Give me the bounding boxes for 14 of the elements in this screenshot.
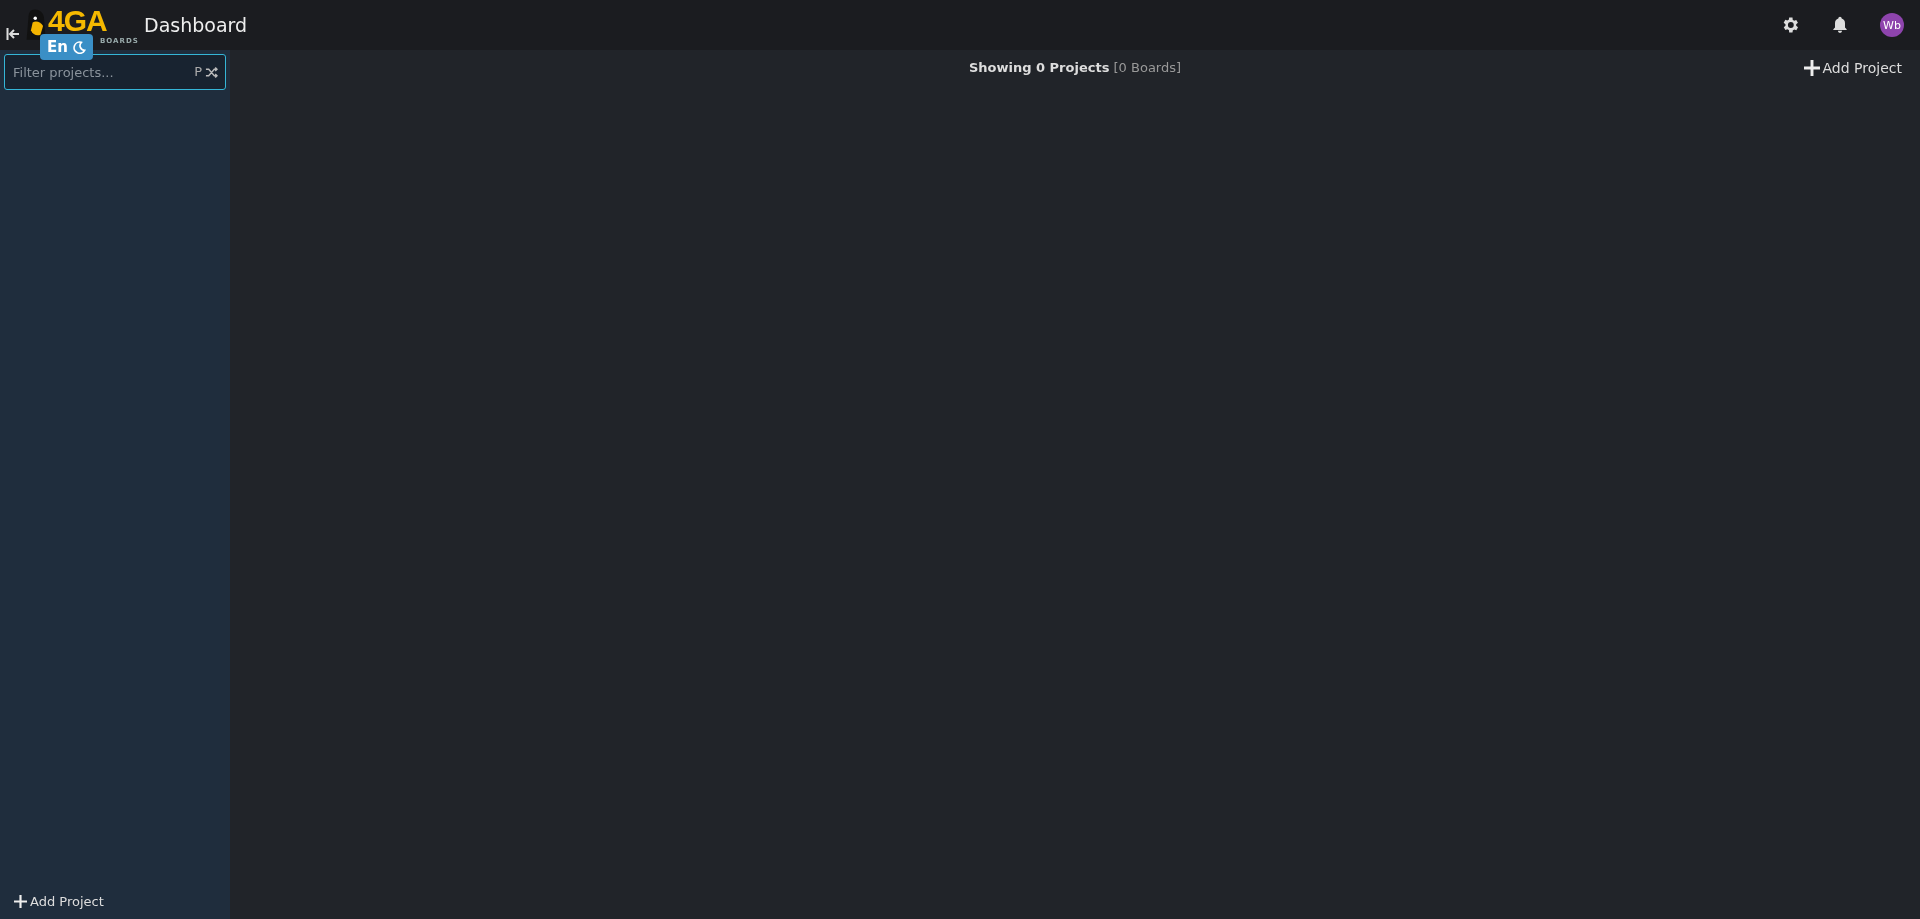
moon-icon <box>72 40 86 54</box>
add-project-button[interactable]: Add Project <box>12 892 106 911</box>
language-theme-toggle[interactable]: En <box>40 34 93 60</box>
shortcut-key: P <box>194 64 202 79</box>
shuffle-icon[interactable] <box>205 66 218 79</box>
page-title: Dashboard <box>144 14 248 36</box>
add-project-button[interactable]: Add Project <box>1801 58 1904 78</box>
collapse-icon[interactable] <box>6 27 20 41</box>
projects-summary: Showing 0 Projects [0 Boards] <box>968 60 1182 75</box>
plus-icon <box>14 895 27 908</box>
user-avatar[interactable]: Wb <box>1880 13 1904 37</box>
plus-icon <box>1803 60 1820 76</box>
logo-text: 4GA <box>48 4 107 37</box>
notifications-icon[interactable] <box>1830 15 1850 35</box>
